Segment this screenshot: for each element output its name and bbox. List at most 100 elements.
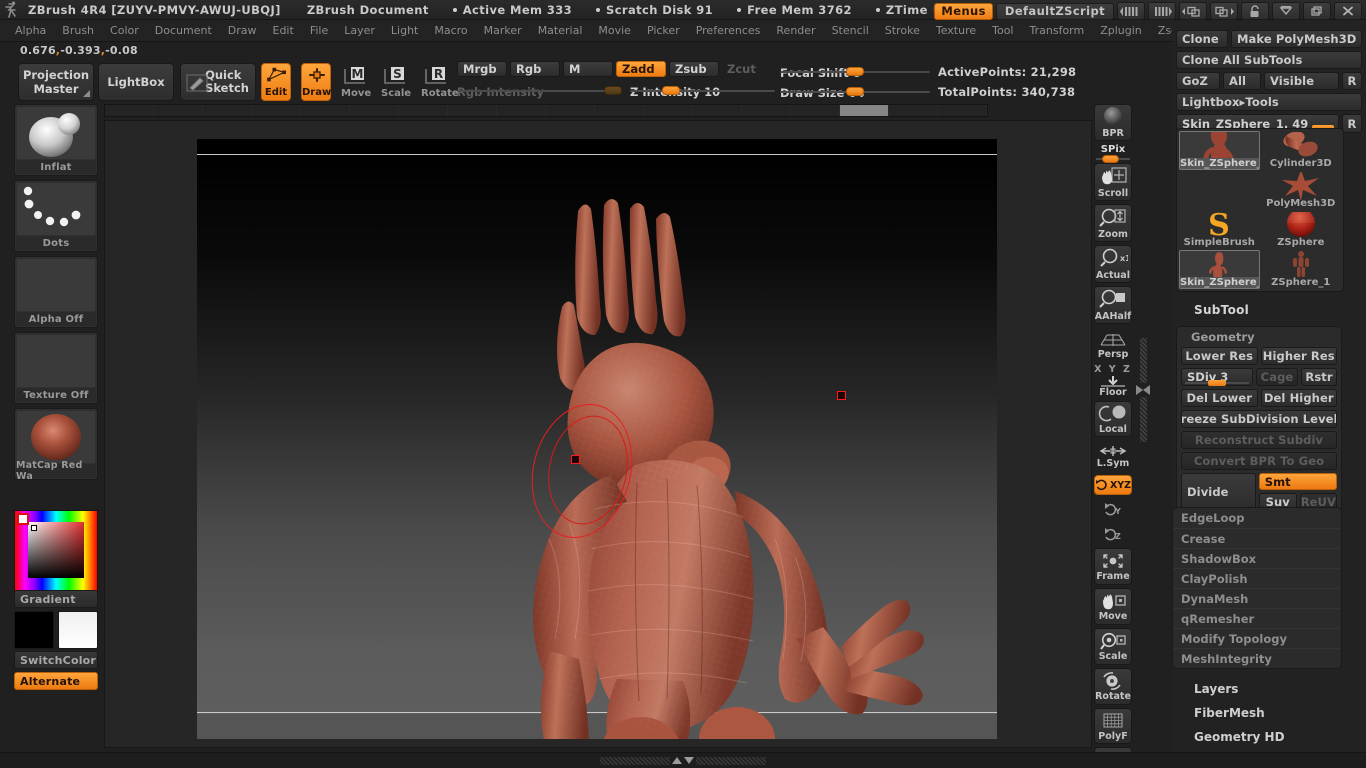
- draw-size-knob[interactable]: [846, 87, 864, 96]
- minimize-icon[interactable]: [1272, 2, 1300, 20]
- geometry-section-qremesher[interactable]: qRemesher: [1173, 608, 1341, 628]
- menu-item-texture[interactable]: Texture: [929, 22, 983, 39]
- shelf-tab-cell[interactable]: [154, 105, 203, 116]
- menu-item-macro[interactable]: Macro: [427, 22, 474, 39]
- switch-color-button[interactable]: SwitchColor: [14, 651, 98, 669]
- subtool-section-header[interactable]: SubTool: [1180, 303, 1249, 317]
- shelf-tab-strip[interactable]: [104, 104, 988, 117]
- shelf-tab-cell[interactable]: [105, 105, 154, 116]
- brush-swatch[interactable]: Inflat: [14, 104, 98, 176]
- bpr-button[interactable]: BPR: [1094, 104, 1132, 141]
- zcut-button[interactable]: Zcut: [722, 61, 772, 77]
- tool-item-empty[interactable]: [1179, 171, 1260, 210]
- edit-button[interactable]: Edit: [261, 63, 291, 101]
- z-symmetry-button[interactable]: Z: [1094, 523, 1132, 545]
- alpha-swatch[interactable]: Alpha Off: [14, 256, 98, 328]
- shelf-tab-cell[interactable]: [693, 105, 742, 116]
- secondary-color-swatch[interactable]: [58, 611, 98, 649]
- geometry-section-crease[interactable]: Crease: [1173, 528, 1341, 548]
- menu-item-edit[interactable]: Edit: [266, 22, 301, 39]
- shelf-tab-cell[interactable]: [546, 105, 595, 116]
- cage-button[interactable]: Cage: [1256, 368, 1298, 386]
- menu-item-light[interactable]: Light: [384, 22, 425, 39]
- goz-button[interactable]: GoZ: [1176, 72, 1220, 90]
- shelf-tab-cell[interactable]: [938, 105, 987, 116]
- menu-item-marker[interactable]: Marker: [477, 22, 529, 39]
- alternate-button[interactable]: Alternate: [14, 672, 98, 690]
- collapse-left-icon[interactable]: [1143, 385, 1150, 395]
- shelf-tab-cell[interactable]: [350, 105, 399, 116]
- tool-section-geometry-hd[interactable]: Geometry HD: [1180, 725, 1360, 749]
- lock-icon[interactable]: [1241, 2, 1269, 20]
- tool-item-simplebrush[interactable]: S SimpleBrush: [1179, 211, 1260, 250]
- local-button[interactable]: Local: [1094, 401, 1132, 437]
- zscript-prev-icon[interactable]: [1117, 2, 1145, 20]
- expand-right-icon[interactable]: [1136, 385, 1143, 395]
- mrgb-button[interactable]: Mrgb: [457, 61, 507, 77]
- smt-button[interactable]: Smt: [1258, 473, 1337, 490]
- reconstruct-subdiv-button[interactable]: Reconstruct Subdiv: [1181, 431, 1337, 449]
- menu-item-zplugin[interactable]: Zplugin: [1093, 22, 1149, 39]
- tool-section-layers[interactable]: Layers: [1180, 677, 1360, 701]
- menus-button[interactable]: Menus: [934, 2, 993, 20]
- menu-item-color[interactable]: Color: [103, 22, 146, 39]
- rotate-button[interactable]: R Rotate: [421, 63, 459, 101]
- rstr-button[interactable]: Rstr: [1301, 368, 1337, 386]
- zsub-button[interactable]: Zsub: [669, 61, 719, 77]
- stroke-swatch[interactable]: Dots: [14, 180, 98, 252]
- y-symmetry-button[interactable]: Y: [1094, 498, 1132, 520]
- menu-item-document[interactable]: Document: [148, 22, 219, 39]
- color-picker-cursor[interactable]: [31, 525, 37, 531]
- shelf-tab-cell[interactable]: [203, 105, 252, 116]
- menu-item-stencil[interactable]: Stencil: [825, 22, 876, 39]
- menu-item-layer[interactable]: Layer: [337, 22, 382, 39]
- tool-section-fibermesh[interactable]: FiberMesh: [1180, 701, 1360, 725]
- freeze-subdivision-levels-button[interactable]: Freeze SubDivision Levels: [1181, 410, 1337, 428]
- scroll-button[interactable]: Scroll: [1094, 163, 1132, 201]
- lsym-button[interactable]: L.Sym: [1094, 440, 1132, 472]
- shelf-tab-cell[interactable]: [252, 105, 301, 116]
- menu-item-picker[interactable]: Picker: [640, 22, 687, 39]
- scale-button[interactable]: S Scale: [381, 63, 411, 101]
- frame-button[interactable]: Frame: [1094, 548, 1132, 585]
- draw-size-slider[interactable]: Draw Size 64: [780, 82, 930, 101]
- focal-shift-slider[interactable]: Focal Shift 0: [780, 62, 930, 81]
- z-intensity-knob[interactable]: [662, 86, 680, 95]
- menu-item-file[interactable]: File: [303, 22, 335, 39]
- persp-button[interactable]: Persp: [1094, 327, 1132, 361]
- texture-swatch[interactable]: Texture Off: [14, 332, 98, 404]
- menu-item-movie[interactable]: Movie: [591, 22, 638, 39]
- geometry-section-shadowbox[interactable]: ShadowBox: [1173, 548, 1341, 568]
- draw-button[interactable]: Draw: [301, 63, 331, 101]
- shelf-tab-cell[interactable]: [644, 105, 693, 116]
- menu-item-stroke[interactable]: Stroke: [878, 22, 927, 39]
- lower-res-button[interactable]: Lower Res: [1181, 347, 1258, 365]
- prev-window-icon[interactable]: [1179, 2, 1207, 20]
- make-polymesh3d-button[interactable]: Make PolyMesh3D: [1231, 30, 1362, 48]
- projection-master-button[interactable]: Projection Master: [18, 63, 94, 101]
- sdiv-slider[interactable]: SDiv 3: [1181, 368, 1253, 386]
- menu-item-tool[interactable]: Tool: [985, 22, 1020, 39]
- color-picker[interactable]: [14, 510, 98, 592]
- restore-icon[interactable]: [1303, 2, 1331, 20]
- color-swatch-indicator[interactable]: [17, 513, 29, 525]
- rotate-button-right[interactable]: Rotate: [1094, 668, 1132, 705]
- convert-bpr-to-geo-button[interactable]: Convert BPR To Geo: [1181, 452, 1337, 470]
- aahalf-button[interactable]: AAHalf: [1094, 286, 1132, 324]
- menu-item-preferences[interactable]: Preferences: [689, 22, 768, 39]
- spix-slider[interactable]: SPix: [1094, 144, 1132, 163]
- clone-button[interactable]: Clone: [1176, 30, 1228, 48]
- move-button[interactable]: M Move: [341, 63, 371, 101]
- geometry-section-meshintegrity[interactable]: MeshIntegrity: [1173, 648, 1341, 668]
- menu-item-draw[interactable]: Draw: [221, 22, 264, 39]
- xyz-symmetry-button[interactable]: XYZ: [1094, 475, 1132, 495]
- primary-color-swatch[interactable]: [14, 611, 54, 649]
- menu-item-alpha[interactable]: Alpha: [8, 22, 53, 39]
- document-canvas[interactable]: [197, 139, 997, 739]
- actual-button[interactable]: x1 Actual: [1094, 245, 1132, 283]
- menu-item-material[interactable]: Material: [531, 22, 590, 39]
- tool-item-polymesh3d[interactable]: PolyMesh3D: [1261, 171, 1342, 210]
- menu-item-brush[interactable]: Brush: [55, 22, 101, 39]
- zoom-button[interactable]: Zoom: [1094, 204, 1132, 242]
- zscript-next-icon[interactable]: [1148, 2, 1176, 20]
